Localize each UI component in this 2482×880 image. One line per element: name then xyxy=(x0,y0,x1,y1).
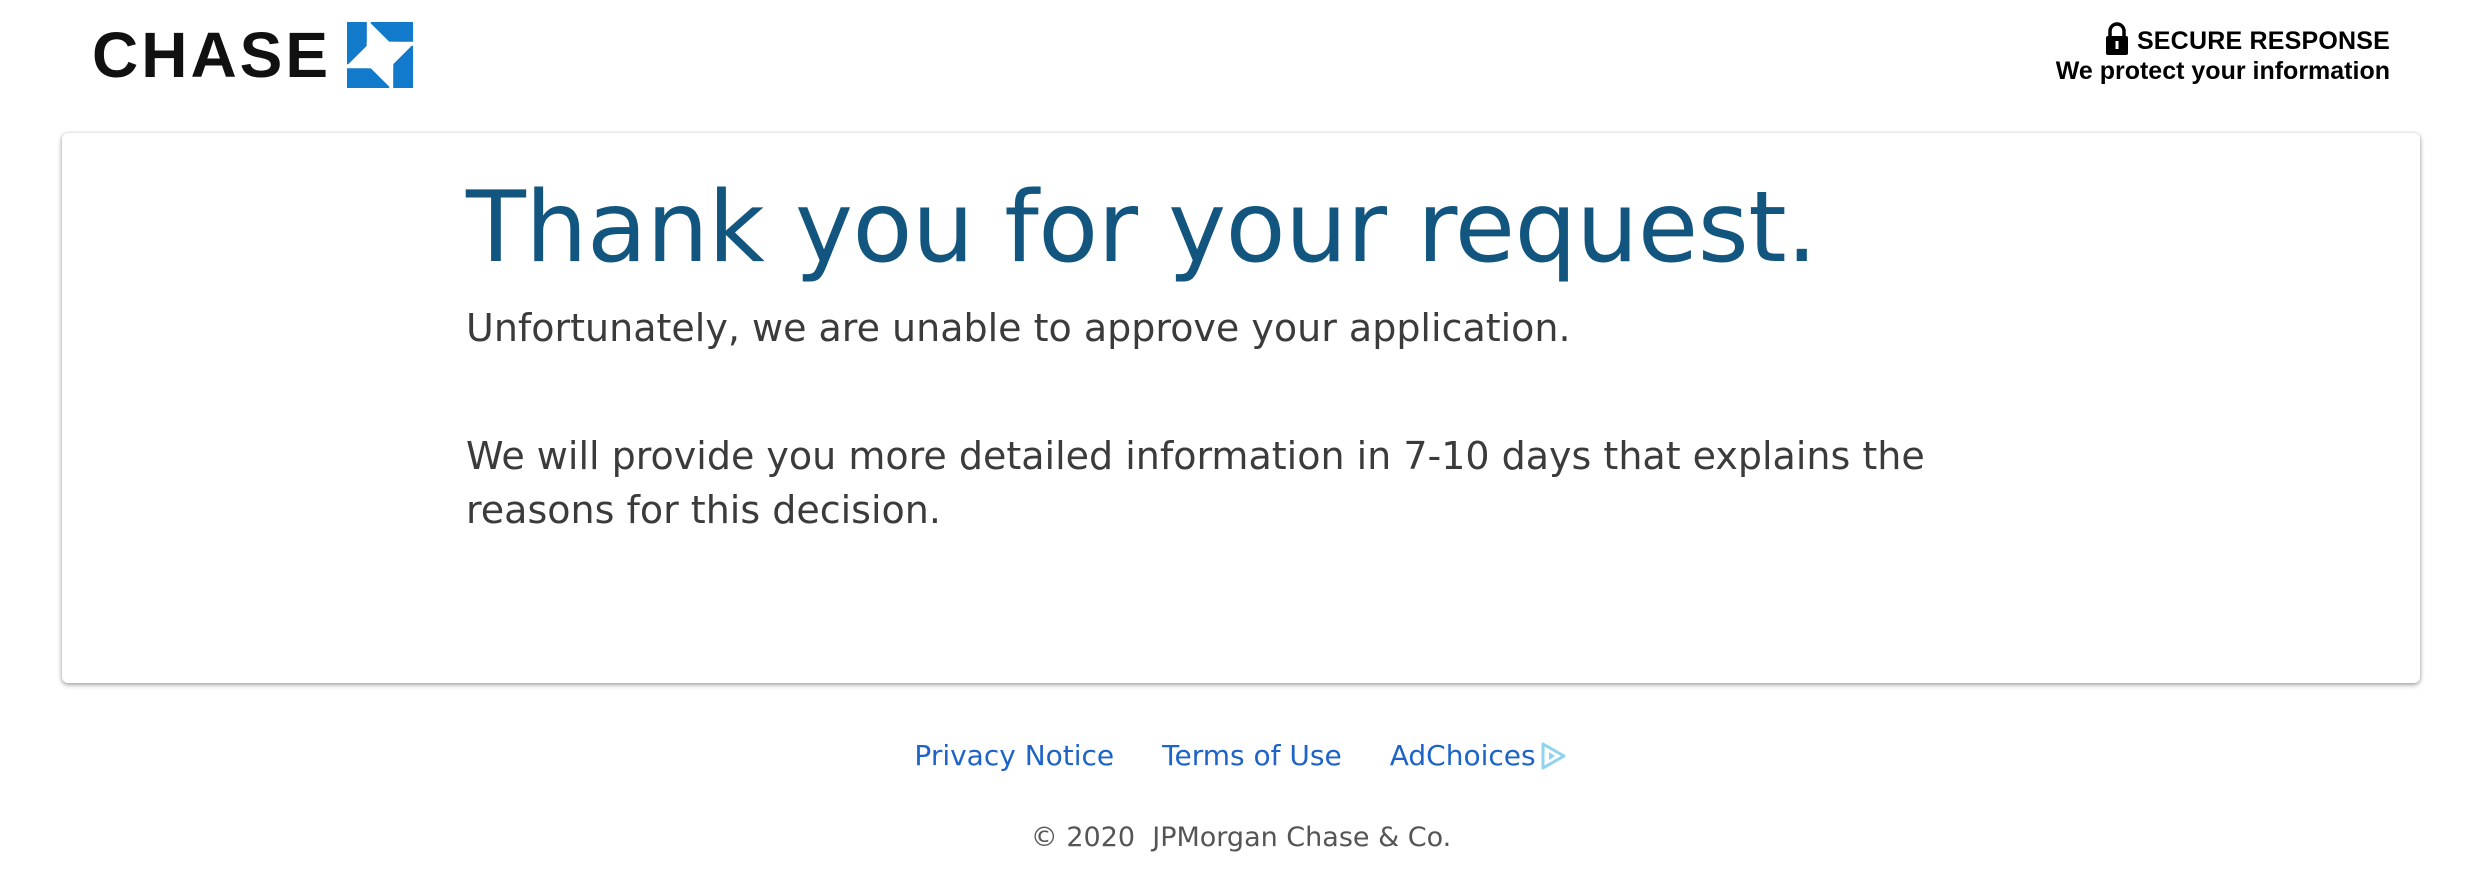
secure-response-subtitle: We protect your information xyxy=(2055,57,2390,85)
privacy-notice-link[interactable]: Privacy Notice xyxy=(914,736,1114,776)
secure-response-badge: SECURE RESPONSE We protect your informat… xyxy=(2056,22,2390,86)
chase-octagon-icon xyxy=(347,22,414,88)
chase-logo-text: CHASE xyxy=(92,19,332,91)
secure-title-row: SECURE RESPONSE xyxy=(2056,22,2390,56)
response-card: Thank you for your request. Unfortunatel… xyxy=(62,133,2420,683)
footer-links: Privacy Notice Terms of Use AdChoices xyxy=(0,736,2482,776)
terms-of-use-label: Terms of Use xyxy=(1162,739,1342,772)
chase-logo-link[interactable]: CHASE xyxy=(92,19,414,91)
lock-icon xyxy=(2105,22,2128,55)
secure-response-title: SECURE RESPONSE xyxy=(2136,27,2390,55)
decline-message: Unfortunately, we are unable to approve … xyxy=(466,306,1571,350)
header: CHASE SECURE RESPONSE We protect your in… xyxy=(0,0,2482,130)
privacy-notice-label: Privacy Notice xyxy=(914,739,1115,772)
adchoices-icon xyxy=(1541,742,1566,770)
copyright-text: © 2020 JPMorgan Chase & Co. xyxy=(1030,822,1452,853)
terms-of-use-link[interactable]: Terms of Use xyxy=(1162,736,1342,776)
follow-up-message: We will provide you more detailed inform… xyxy=(466,434,1925,532)
adchoices-label: AdChoices xyxy=(1389,739,1536,772)
page: CHASE SECURE RESPONSE We protect your in… xyxy=(0,0,2482,880)
response-content: Thank you for your request. Unfortunatel… xyxy=(466,163,2026,537)
page-title: Thank you for your request. xyxy=(466,171,1817,285)
adchoices-link[interactable]: AdChoices xyxy=(1390,736,1568,776)
